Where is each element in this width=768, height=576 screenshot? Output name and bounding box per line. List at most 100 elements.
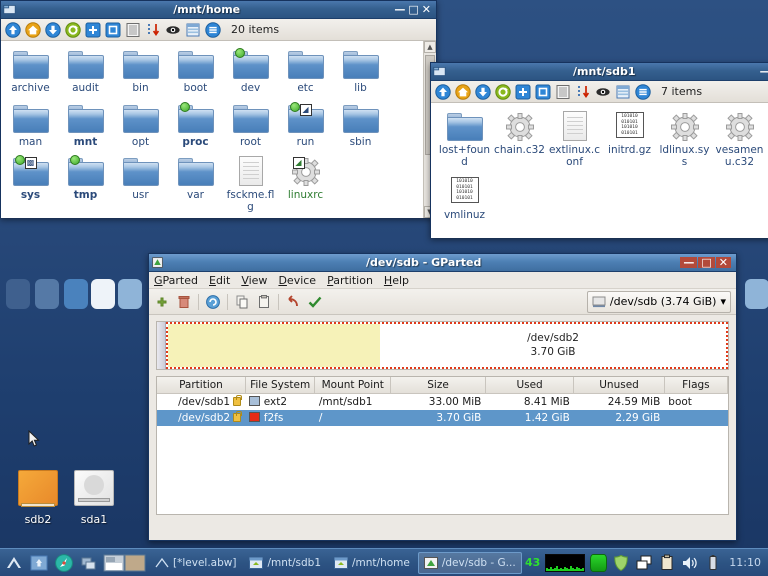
table-column-header[interactable]: Flags [664,377,728,394]
list-view-icon[interactable] [125,22,141,38]
file-item[interactable]: bin [113,45,168,99]
memory-icon[interactable] [590,553,608,572]
new-tab-icon[interactable] [515,84,531,100]
table-row[interactable]: /dev/sdb2 f2fs/3.70 GiB 1.42 GiB 2.29 GiB [157,410,728,426]
table-row[interactable]: /dev/sdb1 ext2/mnt/sdb1 33.00 MiB 8.41 MiB… [157,394,728,411]
delete-partition-icon[interactable] [176,294,192,310]
table-column-header[interactable]: Unused [573,377,665,394]
desktop-icon-sdb2[interactable]: sdb2 [6,470,70,526]
file-item[interactable]: chain.c32 [492,107,547,172]
refresh-icon[interactable] [495,83,511,100]
file-item[interactable]: 101010 010101 101010 010101 vmlinuz [437,172,492,226]
file-item[interactable]: 101010 010101 101010 010101 initrd.gz [602,107,657,172]
go-up-icon[interactable] [435,83,451,100]
go-down-icon[interactable] [475,83,491,100]
menu-item-help[interactable]: Help [384,274,409,287]
minimize-button[interactable]: — [394,4,405,15]
sort-descending-icon[interactable] [575,84,591,100]
undo-icon[interactable] [285,294,301,310]
go-home-icon[interactable] [455,83,471,100]
clock[interactable]: 11:10 [727,556,761,569]
new-tab-icon[interactable] [85,22,101,38]
detail-view-icon[interactable] [615,84,631,100]
file-list-home[interactable]: archive audit bin boot dev etc lib man mnt opt pro… [1,41,436,218]
file-item[interactable]: sbin [333,99,388,153]
table-header-row[interactable]: Partition File System Mount Point Size Used U… [157,377,728,394]
file-item[interactable]: tmp [58,152,113,217]
refresh-icon[interactable] [65,21,81,38]
show-desktop-icon[interactable] [78,552,100,574]
desktop-icon-sda1[interactable]: sda1 [62,470,126,526]
file-item[interactable]: opt [113,99,168,153]
file-item[interactable]: ◢ run [278,99,333,153]
partition-graph-area[interactable]: /dev/sdb2 3.70 GiB [149,315,736,376]
file-item[interactable]: man [3,99,58,153]
menu-item-device[interactable]: Device [278,274,316,287]
window-gparted[interactable]: /dev/sdb - GParted — □ ✕ GParted Edit View… [148,253,737,541]
file-item[interactable]: ▩ sys [3,152,58,217]
toolbar-home[interactable]: 20 items [1,19,436,41]
taskbar-task-abiword[interactable]: [*level.abw] [150,552,241,574]
titlebar-sdb1[interactable]: /mnt/sdb1 — □ [431,63,768,81]
titlebar-home[interactable]: /mnt/home — □ ✕ [1,1,436,19]
minimize-button[interactable]: — [760,66,768,77]
window-switch-icon[interactable] [635,554,653,572]
shield-icon[interactable] [612,554,630,572]
toolbar-gparted[interactable]: /dev/sdb (3.74 GiB) ▾ [149,289,736,315]
file-item[interactable]: mnt [58,99,113,153]
table-column-header[interactable]: File System [245,377,316,394]
file-item[interactable]: archive [3,45,58,99]
pager-icon[interactable] [103,552,147,574]
menu-icon[interactable] [635,83,651,100]
partition-graph[interactable]: /dev/sdb2 3.70 GiB [156,321,729,370]
file-item[interactable]: extlinux.conf [547,107,602,172]
chevron-down-icon[interactable]: ▾ [720,295,726,308]
menu-item-gparted[interactable]: GParted [154,274,198,287]
system-tray[interactable]: 43 11:10 [525,553,765,572]
battery-icon[interactable] [704,554,722,572]
partition-table[interactable]: Partition File System Mount Point Size Used U… [156,376,729,515]
detail-view-icon[interactable] [185,22,201,38]
show-hidden-icon[interactable] [595,84,611,100]
file-manager-icon[interactable] [28,552,50,574]
file-item[interactable]: ◢ linuxrc [278,152,333,217]
taskbar-task-gparted[interactable]: /dev/sdb - G... [417,551,522,574]
minimize-button[interactable]: — [680,257,698,268]
file-item[interactable]: proc [168,99,223,153]
file-item[interactable]: vesamenu.c32 [712,107,767,172]
clipboard-icon[interactable] [658,554,676,572]
select-all-icon[interactable] [105,22,121,38]
file-item[interactable]: var [168,152,223,217]
file-item[interactable]: audit [58,45,113,99]
sort-descending-icon[interactable] [145,22,161,38]
menu-arrow-icon[interactable] [3,552,25,574]
titlebar-gparted[interactable]: /dev/sdb - GParted — □ ✕ [149,254,736,272]
show-hidden-icon[interactable] [165,22,181,38]
menubar-gparted[interactable]: GParted Edit View Device Partition Help [149,272,736,289]
toolbar-sdb1[interactable]: 7 items [431,81,768,103]
new-partition-icon[interactable] [154,294,170,310]
select-all-icon[interactable] [535,84,551,100]
apply-icon[interactable] [307,294,323,310]
volume-icon[interactable] [681,554,699,572]
list-view-icon[interactable] [555,84,571,100]
taskbar[interactable]: [*level.abw] /mnt/sdb1 /mnt/home /dev/sd… [0,548,768,576]
close-button[interactable]: ✕ [715,257,731,268]
file-item[interactable]: lost+found [437,107,492,172]
close-button[interactable]: ✕ [422,4,431,15]
file-item[interactable]: fsckme.flg [223,152,278,217]
table-column-header[interactable]: Mount Point [314,377,392,394]
window-file-manager-home[interactable]: /mnt/home — □ ✕ 20 items archive audit bin… [0,0,437,218]
file-item[interactable]: dev [223,45,278,99]
partition-block-sdb2[interactable]: /dev/sdb2 3.70 GiB [166,322,728,369]
taskbar-task-sdb1[interactable]: /mnt/sdb1 [244,552,326,574]
maximize-button[interactable]: □ [698,257,715,268]
taskbar-task-home[interactable]: /mnt/home [329,552,415,574]
file-item[interactable]: etc [278,45,333,99]
copy-icon[interactable] [234,294,250,310]
partition-resize-handle-left[interactable] [157,322,166,369]
menu-item-partition[interactable]: Partition [327,274,373,287]
menu-icon[interactable] [205,21,221,38]
file-item[interactable]: boot [168,45,223,99]
menu-item-edit[interactable]: Edit [209,274,230,287]
